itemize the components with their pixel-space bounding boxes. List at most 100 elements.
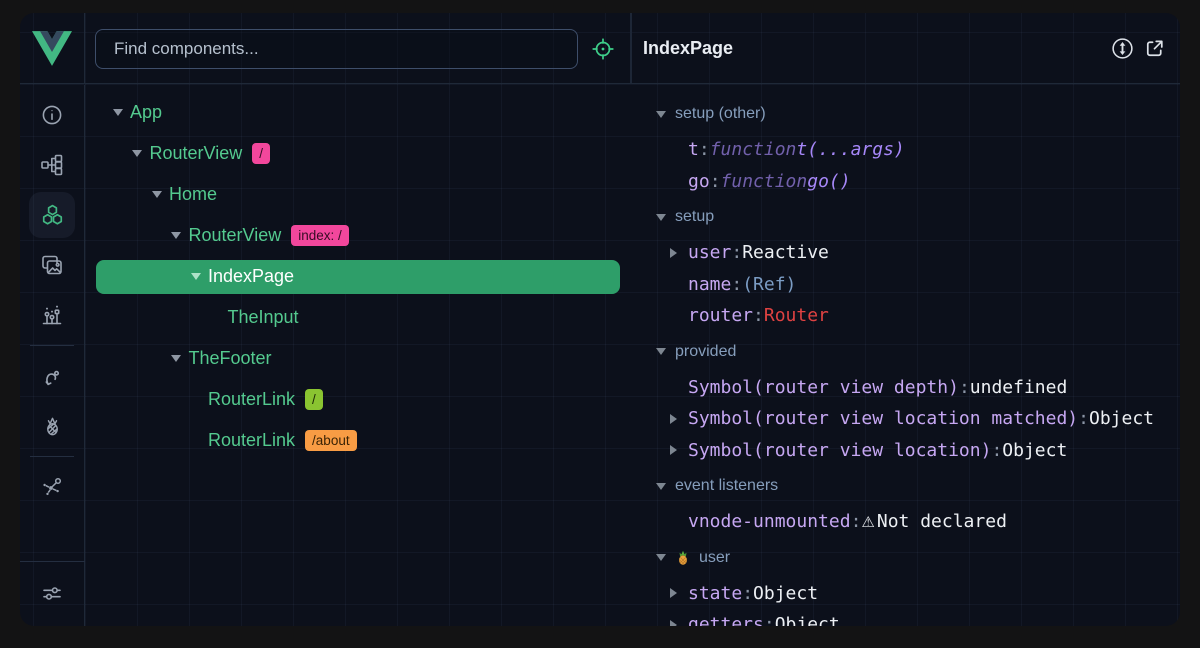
- state-value: Object: [753, 583, 818, 604]
- state-key: state: [688, 583, 742, 604]
- tree-node-routerview[interactable]: RouterView /: [86, 133, 630, 174]
- assets-icon: [40, 253, 64, 277]
- state-row-state[interactable]: state : Object: [632, 578, 1180, 610]
- expander-down-icon[interactable]: [132, 150, 143, 157]
- component-search: [95, 29, 578, 69]
- route-badge: /: [252, 143, 270, 164]
- pinia-store-icon: [675, 550, 691, 566]
- sidebar-item-info[interactable]: [29, 92, 75, 138]
- state-row-symbol-router-view-location-matched[interactable]: Symbol(router view location matched) : O…: [632, 403, 1180, 435]
- tree-node-routerview[interactable]: RouterView index: /: [86, 215, 630, 256]
- expander-down-icon[interactable]: [151, 191, 162, 198]
- target-icon: [591, 37, 615, 61]
- open-in-editor-button[interactable]: [1141, 36, 1167, 62]
- section-user[interactable]: user: [632, 538, 1180, 578]
- expander-down-icon[interactable]: [171, 232, 182, 239]
- state-row-go: go : function go(): [632, 166, 1180, 198]
- expander-right-icon[interactable]: [670, 588, 680, 598]
- tree-node-label: RouterView: [189, 225, 282, 246]
- expander-down-icon[interactable]: [190, 273, 201, 280]
- tree-node-theinput[interactable]: TheInput: [86, 297, 630, 338]
- sidebar-item-pinia[interactable]: [29, 403, 75, 449]
- sidebar-item-graph[interactable]: [29, 464, 75, 510]
- panel-divider[interactable]: [630, 13, 632, 83]
- expander-right-icon[interactable]: [670, 620, 680, 626]
- topbar: IndexPage: [20, 13, 1180, 84]
- expander-placeholder: [670, 382, 680, 393]
- key-value-separator: :: [710, 171, 721, 192]
- state-key: getters: [688, 614, 764, 626]
- route-badge: /: [305, 389, 323, 410]
- sidebar-item-timeline[interactable]: [29, 292, 75, 338]
- section-event-listeners[interactable]: event listeners: [632, 466, 1180, 506]
- expander-down-icon[interactable]: [171, 355, 182, 362]
- state-row-symbol-router-view-location[interactable]: Symbol(router view location) : Object: [632, 435, 1180, 467]
- tree-node-indexpage[interactable]: IndexPage: [96, 260, 620, 294]
- route-badge: index: /: [291, 225, 349, 246]
- section-setup[interactable]: setup: [632, 197, 1180, 237]
- tree-node-thefooter[interactable]: TheFooter: [86, 338, 630, 379]
- tree-node-label: Home: [169, 184, 217, 205]
- state-value: go(): [807, 171, 850, 192]
- expander-right-icon[interactable]: [670, 248, 680, 258]
- section-setup-other[interactable]: setup (other): [632, 94, 1180, 134]
- tree-node-label: RouterView: [150, 143, 243, 164]
- scroll-to-component-button[interactable]: [1109, 36, 1135, 62]
- sidebar-item-settings[interactable]: [29, 570, 75, 616]
- expander-placeholder: [670, 310, 680, 321]
- sidebar-item-assets[interactable]: [29, 242, 75, 288]
- info-icon: [40, 103, 64, 127]
- state-value: Reactive: [742, 242, 829, 263]
- expander-right-icon[interactable]: [670, 445, 680, 455]
- expander-down-icon: [656, 348, 666, 355]
- key-value-separator: :: [731, 274, 742, 295]
- state-value: Object: [1089, 408, 1154, 429]
- state-row-getters[interactable]: getters : Object: [632, 609, 1180, 626]
- expander-placeholder: [190, 437, 201, 444]
- sidebar-bottom: [20, 561, 85, 626]
- key-value-separator: :: [851, 511, 862, 532]
- expander-down-icon: [656, 554, 666, 561]
- state-value: t(...args): [796, 139, 904, 160]
- settings-icon: [40, 581, 64, 605]
- vue-logo: [20, 13, 85, 84]
- select-component-button[interactable]: [591, 37, 615, 61]
- key-value-separator: :: [753, 305, 764, 326]
- sidebar-item-pages[interactable]: [29, 142, 75, 188]
- tree-node-routerlink[interactable]: RouterLink/about: [86, 420, 630, 461]
- search-input[interactable]: [95, 29, 578, 69]
- expander-placeholder: [670, 144, 680, 155]
- state-key: name: [688, 274, 731, 295]
- state-key: vnode-unmounted: [688, 511, 851, 532]
- key-value-separator: :: [991, 440, 1002, 461]
- expander-right-icon[interactable]: [670, 414, 680, 424]
- state-key: go: [688, 171, 710, 192]
- section-title: event listeners: [675, 477, 778, 495]
- tree-node-label: App: [130, 102, 162, 123]
- tree-node-app[interactable]: App: [86, 92, 630, 133]
- expander-placeholder: [210, 314, 221, 321]
- state-row-symbol-router-view-depth: Symbol(router view depth) : undefined: [632, 372, 1180, 404]
- state-value: Router: [764, 305, 829, 326]
- key-value-separator: :: [699, 139, 710, 160]
- section-title: setup: [675, 208, 714, 226]
- tree-node-routerlink[interactable]: RouterLink/: [86, 379, 630, 420]
- state-row-user[interactable]: user : Reactive: [632, 237, 1180, 269]
- sidebar-item-router[interactable]: [29, 353, 75, 399]
- section-provided[interactable]: provided: [632, 332, 1180, 372]
- component-state-panel: setup (other) t : function t(...args) go :…: [632, 85, 1180, 626]
- state-key: t: [688, 139, 699, 160]
- sidebar-item-components[interactable]: [29, 192, 75, 238]
- key-value-separator: :: [731, 242, 742, 263]
- key-value-separator: :: [764, 614, 775, 626]
- expander-down-icon[interactable]: [112, 109, 123, 116]
- expander-placeholder: [190, 396, 201, 403]
- section-title: user: [699, 549, 730, 567]
- state-value: function: [710, 139, 797, 160]
- state-key: user: [688, 242, 731, 263]
- tree-node-home[interactable]: Home: [86, 174, 630, 215]
- pinia-icon: [41, 415, 64, 438]
- state-value: Not declared: [877, 511, 1007, 532]
- expander-down-icon: [656, 483, 666, 490]
- vue-logo-icon: [32, 31, 72, 66]
